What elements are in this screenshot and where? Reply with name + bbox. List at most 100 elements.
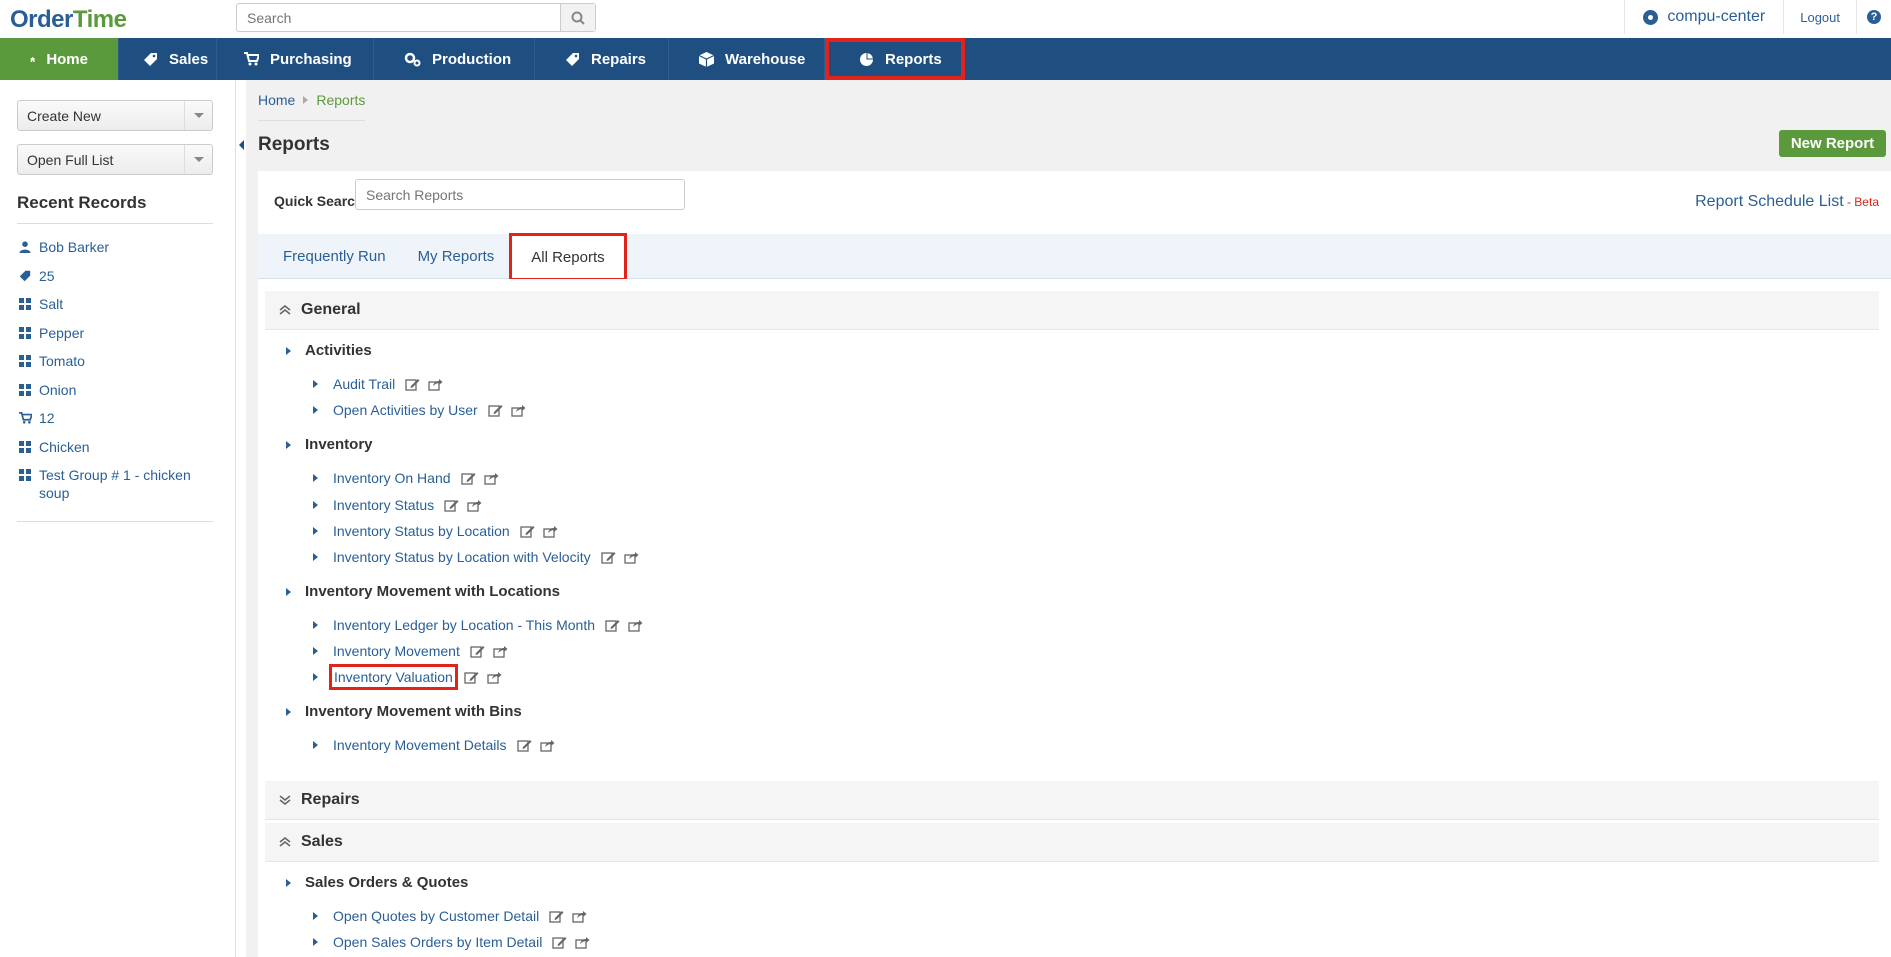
report-link[interactable]: Inventory Status <box>332 495 435 515</box>
caret-right-icon[interactable] <box>313 501 318 509</box>
caret-right-icon <box>286 440 291 449</box>
recent-records-list: Bob Barker 25 Salt Pepper Tomato Onion 1… <box>19 238 215 502</box>
report-item: Inventory Valuation <box>313 664 502 690</box>
edit-icon[interactable] <box>460 472 476 485</box>
home-icon <box>30 56 36 62</box>
nav-repairs[interactable]: Repairs <box>535 38 669 80</box>
breadcrumb-home[interactable]: Home <box>258 92 295 108</box>
logout-link[interactable]: Logout <box>1783 0 1856 34</box>
main-nav: Home Sales Purchasing Production Repairs… <box>0 38 1891 80</box>
report-link[interactable]: Inventory Status by Location with Veloci… <box>332 547 592 567</box>
caret-right-icon[interactable] <box>313 912 318 920</box>
group-inventory[interactable]: Inventory <box>286 436 373 453</box>
tab-my-reports[interactable]: My Reports <box>402 234 511 279</box>
nav-warehouse[interactable]: Warehouse <box>669 38 825 80</box>
nav-production[interactable]: Production <box>374 38 535 80</box>
share-icon[interactable] <box>428 378 443 391</box>
share-icon[interactable] <box>487 671 502 684</box>
edit-icon[interactable] <box>488 404 503 417</box>
edit-icon[interactable] <box>470 645 485 658</box>
share-icon[interactable] <box>467 499 482 512</box>
ordertime-logo[interactable]: OrderTime <box>10 6 127 34</box>
report-link[interactable]: Audit Trail <box>332 374 396 394</box>
edit-icon[interactable] <box>605 619 620 632</box>
caret-right-icon[interactable] <box>313 673 318 681</box>
report-link-inventory-valuation[interactable]: Inventory Valuation <box>329 664 458 690</box>
sidebar-collapse-toggle[interactable] <box>236 131 246 159</box>
caret-right-icon[interactable] <box>313 527 318 535</box>
recent-record[interactable]: Tomato <box>19 352 215 381</box>
company-menu[interactable]: compu-center <box>1624 0 1783 34</box>
tab-frequently-run[interactable]: Frequently Run <box>267 234 402 279</box>
report-link[interactable]: Open Sales Orders by Item Detail <box>332 932 543 952</box>
section-sales[interactable]: Sales <box>265 823 1879 862</box>
caret-right-icon[interactable] <box>313 553 318 561</box>
caret-right-icon[interactable] <box>313 621 318 629</box>
main-content: Home Reports Reports New Report Quick Se… <box>246 80 1891 957</box>
share-icon[interactable] <box>623 551 639 564</box>
share-icon[interactable] <box>543 525 558 538</box>
global-search-input[interactable] <box>237 4 560 31</box>
recent-record[interactable]: Chicken <box>19 438 215 467</box>
group-sales-orders-quotes[interactable]: Sales Orders & Quotes <box>286 874 468 891</box>
group-activities[interactable]: Activities <box>286 342 372 359</box>
edit-icon[interactable] <box>520 525 535 538</box>
new-report-button[interactable]: New Report <box>1779 130 1886 157</box>
caret-right-icon[interactable] <box>313 380 318 388</box>
group-inventory-movement-locations[interactable]: Inventory Movement with Locations <box>286 583 560 600</box>
caret-right-icon[interactable] <box>313 647 318 655</box>
quick-search-input[interactable] <box>355 179 685 210</box>
nav-reports[interactable]: Reports <box>825 38 965 80</box>
edit-icon[interactable] <box>516 739 532 752</box>
edit-icon[interactable] <box>405 378 420 391</box>
share-icon[interactable] <box>628 619 643 632</box>
share-icon[interactable] <box>575 936 590 949</box>
search-icon <box>571 11 585 25</box>
recent-records-title: Recent Records <box>17 193 213 224</box>
nav-sales[interactable]: Sales <box>119 38 217 80</box>
top-bar: OrderTime compu-center Logout ? <box>0 0 1891 38</box>
share-icon[interactable] <box>493 645 508 658</box>
section-repairs[interactable]: Repairs <box>265 781 1879 820</box>
caret-right-icon[interactable] <box>313 938 318 946</box>
report-tabs: Frequently Run My Reports All Reports <box>258 233 1891 281</box>
report-link[interactable]: Open Activities by User <box>332 400 479 420</box>
report-link[interactable]: Inventory Movement <box>332 641 461 661</box>
caret-right-icon <box>286 346 291 355</box>
share-icon[interactable] <box>539 739 555 752</box>
recent-record[interactable]: 25 <box>19 267 215 296</box>
create-new-dropdown[interactable]: Create New <box>17 100 213 131</box>
section-general[interactable]: General <box>265 291 1879 330</box>
caret-right-icon[interactable] <box>313 741 318 749</box>
recent-record[interactable]: Test Group # 1 - chicken soup <box>19 466 215 502</box>
recent-record[interactable]: Onion <box>19 381 215 410</box>
recent-record[interactable]: Bob Barker <box>19 238 215 267</box>
tab-all-reports[interactable]: All Reports <box>509 233 627 281</box>
share-icon[interactable] <box>572 910 587 923</box>
share-icon[interactable] <box>511 404 526 417</box>
edit-icon[interactable] <box>600 551 616 564</box>
share-icon[interactable] <box>483 472 499 485</box>
report-link[interactable]: Inventory Movement Details <box>332 735 508 755</box>
open-full-list-dropdown[interactable]: Open Full List <box>17 144 213 175</box>
edit-icon[interactable] <box>549 910 564 923</box>
recent-record[interactable]: Salt <box>19 295 215 324</box>
edit-icon[interactable] <box>464 671 479 684</box>
recent-record[interactable]: Pepper <box>19 324 215 353</box>
caret-right-icon[interactable] <box>313 406 318 414</box>
help-button[interactable]: ? <box>1856 0 1891 34</box>
nav-purchasing[interactable]: Purchasing <box>217 38 374 80</box>
edit-icon[interactable] <box>552 936 567 949</box>
report-link[interactable]: Inventory Ledger by Location - This Mont… <box>332 615 596 635</box>
quick-search-label: Quick Search <box>274 193 364 209</box>
recent-record[interactable]: 12 <box>19 409 215 438</box>
caret-right-icon[interactable] <box>313 474 318 482</box>
report-link[interactable]: Inventory Status by Location <box>332 521 511 541</box>
search-button[interactable] <box>560 4 595 31</box>
nav-home[interactable]: Home <box>0 38 119 80</box>
edit-icon[interactable] <box>444 499 459 512</box>
group-inventory-movement-bins[interactable]: Inventory Movement with Bins <box>286 703 522 720</box>
report-link[interactable]: Open Quotes by Customer Detail <box>332 906 540 926</box>
report-schedule-list-link[interactable]: Report Schedule List - Beta <box>1695 193 1879 211</box>
report-link[interactable]: Inventory On Hand <box>332 468 452 488</box>
